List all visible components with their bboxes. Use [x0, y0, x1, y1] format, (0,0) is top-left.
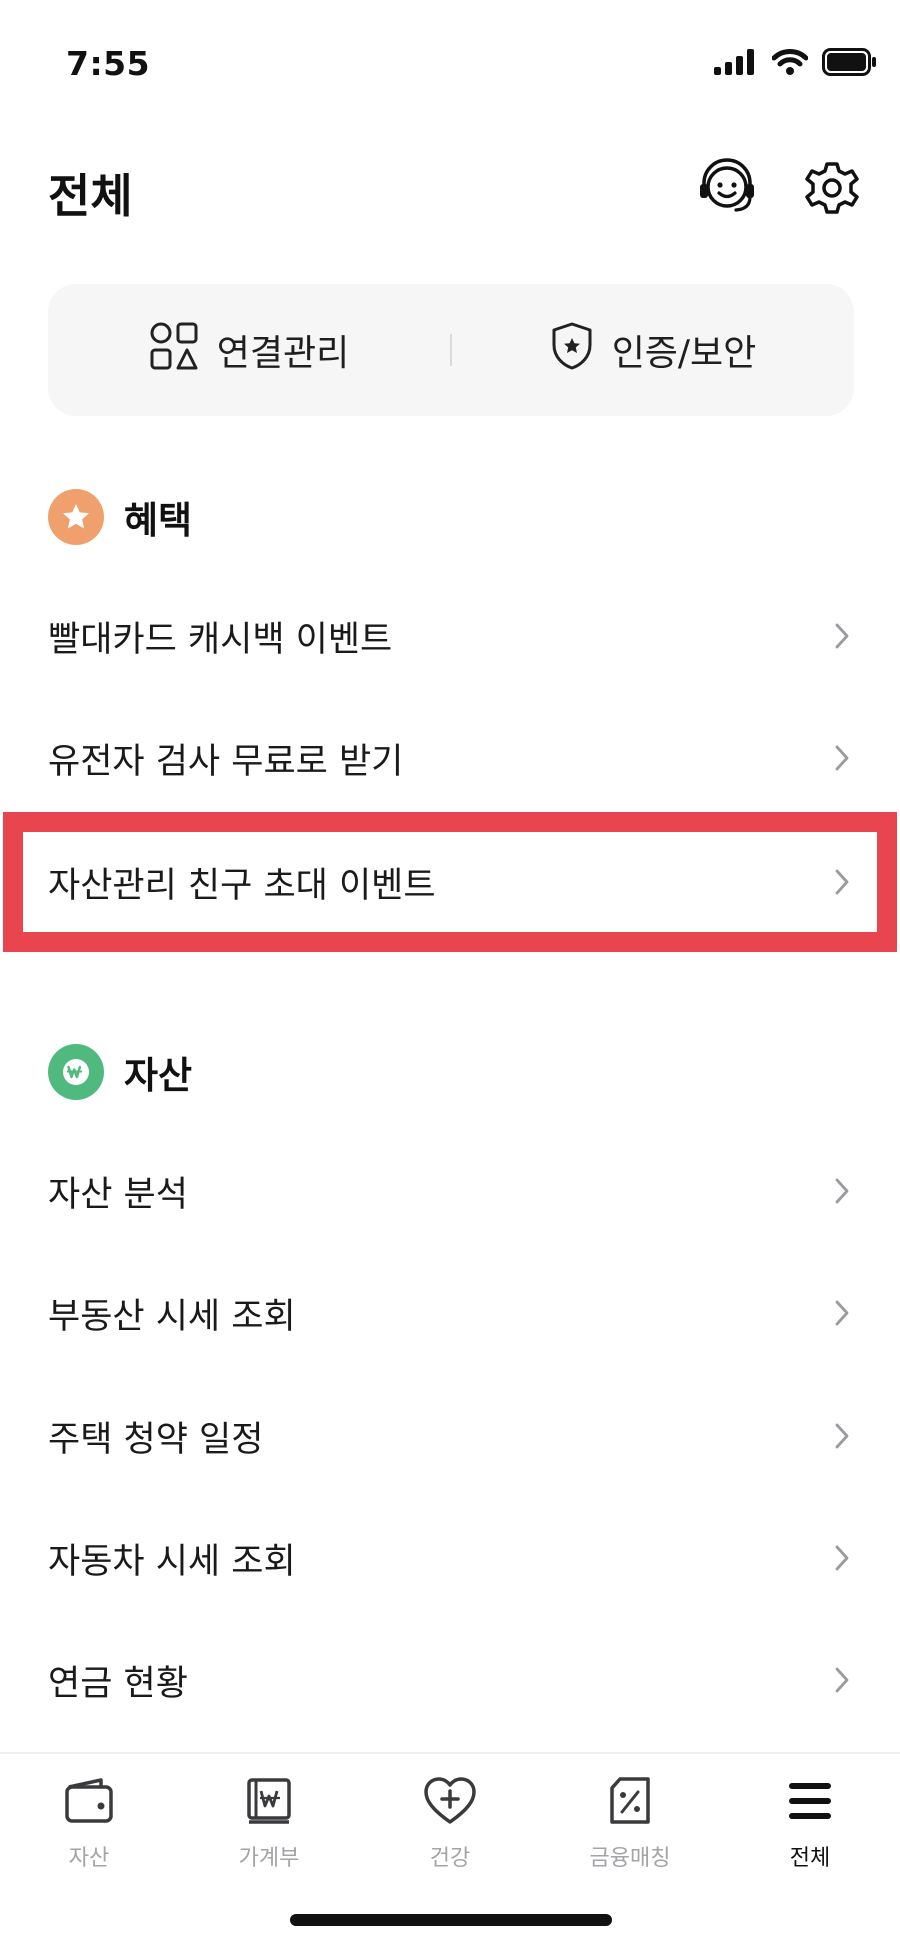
connection-manage-button[interactable]: 연결관리 — [48, 284, 450, 416]
heart-plus-icon — [421, 1772, 479, 1830]
tab-ledger-label: 가계부 — [238, 1846, 300, 1871]
tab-all[interactable]: 전체 — [750, 1772, 870, 1882]
chevron-right-icon — [830, 1295, 854, 1331]
tab-all-label: 전체 — [789, 1846, 831, 1871]
menu-item-label: 자산 분석 — [48, 1174, 188, 1215]
headset-agent-icon — [696, 157, 758, 223]
benefits-section-title: 혜택 — [124, 499, 193, 542]
page-title: 전체 — [48, 169, 133, 223]
star-icon — [48, 489, 104, 545]
connection-shapes-icon — [149, 321, 199, 380]
tab-assets-label: 자산 — [68, 1846, 110, 1871]
chevron-right-icon — [830, 1173, 854, 1209]
chevron-right-icon — [830, 1662, 854, 1698]
auth-security-button[interactable]: 인증/보안 — [452, 284, 854, 416]
chevron-right-icon — [830, 864, 854, 900]
tab-ledger[interactable]: 가계부 — [209, 1772, 329, 1882]
status-bar: 7:55 — [0, 0, 900, 130]
chevron-right-icon — [830, 1418, 854, 1454]
menu-item-pension-status[interactable]: 연금 현황 — [48, 1632, 854, 1728]
menu-item-label: 자동차 시세 조회 — [48, 1541, 296, 1582]
shield-star-icon — [550, 321, 594, 380]
wifi-icon — [771, 48, 809, 80]
benefits-section-header: 혜택 — [48, 489, 192, 545]
home-indicator — [290, 1914, 612, 1926]
tab-finance-matching-label: 금융매칭 — [589, 1846, 671, 1871]
won-icon — [48, 1044, 104, 1100]
ledger-book-icon — [240, 1772, 298, 1830]
settings-button[interactable] — [800, 158, 864, 222]
percent-tag-icon — [601, 1772, 659, 1830]
battery-icon — [822, 48, 878, 80]
tab-assets[interactable]: 자산 — [29, 1772, 149, 1882]
menu-item-card-cashback-event[interactable]: 빨대카드 캐시백 이벤트 — [48, 588, 854, 684]
wallet-icon — [60, 1772, 118, 1830]
all-menu-screen: 7:55 전체 연결관리 인증/보안 혜택 빨대카드 캐시백 이벤트 유전자 검… — [0, 0, 900, 1948]
auth-security-label: 인증/보안 — [611, 333, 757, 374]
signal-icon — [714, 49, 758, 79]
menu-item-real-estate-price[interactable]: 부동산 시세 조회 — [48, 1265, 854, 1361]
menu-item-housing-subscription[interactable]: 주택 청약 일정 — [48, 1388, 854, 1484]
menu-item-label: 주택 청약 일정 — [48, 1419, 264, 1460]
tab-health-label: 건강 — [429, 1846, 471, 1871]
chevron-right-icon — [830, 1540, 854, 1576]
tab-health[interactable]: 건강 — [390, 1772, 510, 1882]
chevron-right-icon — [830, 740, 854, 776]
menu-item-label: 부동산 시세 조회 — [48, 1296, 296, 1337]
status-icons — [714, 48, 878, 80]
menu-icon — [781, 1772, 839, 1830]
menu-item-invite-friend-event[interactable]: 자산관리 친구 초대 이벤트 — [48, 834, 854, 930]
tab-finance-matching[interactable]: 금융매칭 — [570, 1772, 690, 1882]
menu-item-label: 유전자 검사 무료로 받기 — [48, 741, 404, 782]
gear-icon — [804, 160, 860, 220]
menu-item-car-price[interactable]: 자동차 시세 조회 — [48, 1510, 854, 1606]
assets-section-title: 자산 — [124, 1054, 193, 1097]
menu-item-label: 자산관리 친구 초대 이벤트 — [48, 865, 436, 906]
menu-item-asset-analysis[interactable]: 자산 분석 — [48, 1143, 854, 1239]
chevron-right-icon — [830, 618, 854, 654]
menu-item-free-gene-test[interactable]: 유전자 검사 무료로 받기 — [48, 710, 854, 806]
assets-section-header: 자산 — [48, 1044, 192, 1100]
menu-item-label: 연금 현황 — [48, 1663, 188, 1704]
customer-support-button[interactable] — [695, 158, 759, 222]
quick-access-panel: 연결관리 인증/보안 — [48, 284, 854, 416]
status-time: 7:55 — [66, 44, 151, 83]
menu-item-label: 빨대카드 캐시백 이벤트 — [48, 619, 393, 660]
connection-manage-label: 연결관리 — [216, 333, 350, 374]
